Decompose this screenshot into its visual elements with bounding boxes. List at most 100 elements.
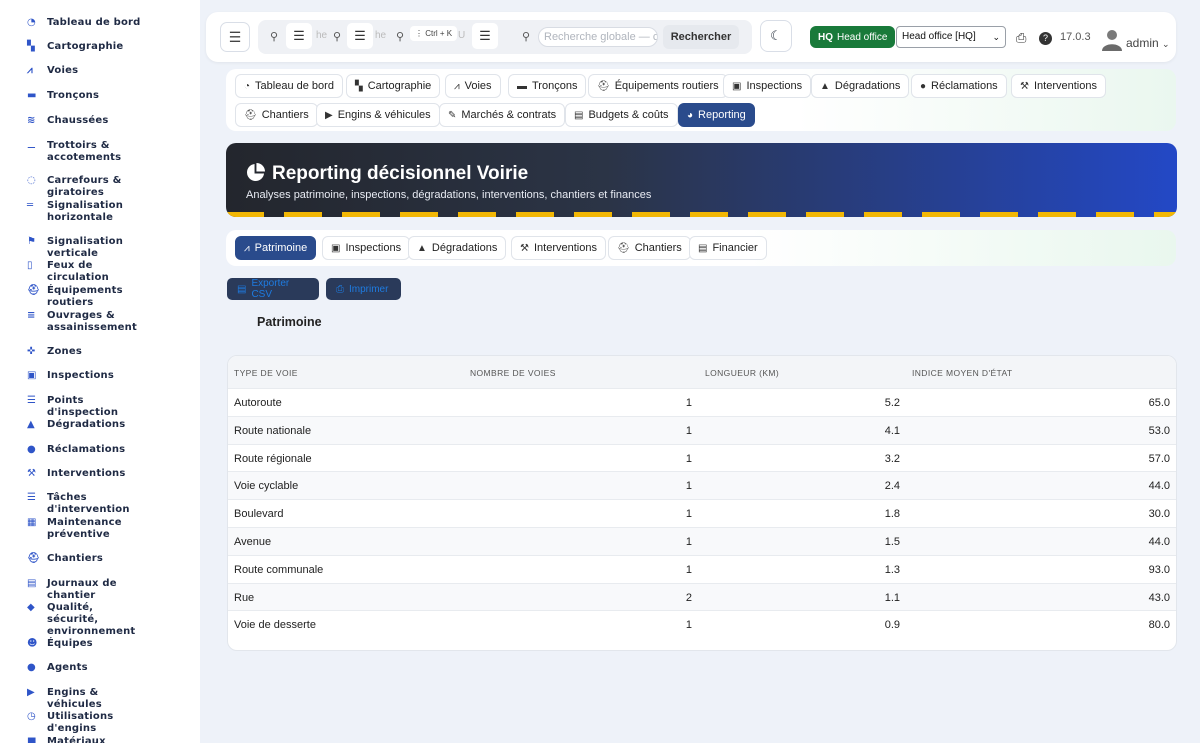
module-tab[interactable]: ▤ Budgets & coûts (565, 103, 678, 127)
module-tab-label: Interventions (1033, 80, 1097, 92)
table-row: Autoroute 1 5.2 65.0 (228, 388, 1176, 416)
sidebar-item[interactable]: ▚ Cartographie (0, 41, 157, 53)
print-icon[interactable]: ⎙ (1016, 30, 1026, 46)
sidebar-item[interactable]: ≡ Ouvrages & assainissement (0, 310, 157, 334)
sidebar-item[interactable]: ▯ Feux de circulation (0, 260, 157, 284)
sidebar-item[interactable]: ☰ Tâches d'intervention (0, 492, 157, 516)
shield-icon: ◆ (27, 602, 35, 613)
report-tab[interactable]: ⛑ Chantiers (608, 236, 691, 260)
sidebar-item[interactable]: ◆ Qualité, sécurité, environnement (0, 602, 157, 638)
report-tab-label: Chantiers (634, 242, 682, 254)
truck-icon: ▶ (325, 109, 333, 121)
search-icon: ⚲ (522, 31, 531, 43)
table-cell: Autoroute (234, 397, 282, 409)
table-cell: 43.0 (1148, 591, 1170, 604)
table-cell: 2.4 (884, 480, 900, 493)
sidebar-item[interactable]: ☻ Équipes (0, 638, 157, 650)
module-tab-label: Cartographie (367, 80, 432, 92)
sidebar-item-label: Feux de circulation (47, 260, 109, 283)
module-tab[interactable]: ▶ Engins & véhicules (316, 103, 440, 127)
module-tab[interactable]: ▚ Cartographie (346, 74, 441, 98)
module-tab[interactable]: ● Réclamations (911, 74, 1007, 98)
sidebar-item[interactable]: ⚒ Interventions (0, 468, 157, 480)
clipboard-check-icon: ▣ (331, 242, 341, 254)
avatar[interactable] (1100, 27, 1124, 51)
sidebar-item[interactable]: ▤ Journaux de chantier (0, 578, 157, 602)
module-tab[interactable]: ◔ Tableau de bord (235, 74, 343, 98)
print-button[interactable]: ⎙ Imprimer (326, 278, 401, 300)
module-tab[interactable]: ⩘ Voies (445, 74, 501, 98)
sidebar-item-label: Points d'inspection (47, 395, 119, 418)
module-tab[interactable]: ▬ Tronçons (508, 74, 587, 98)
table-cell: 30.0 (1148, 508, 1170, 521)
help-icon[interactable]: ? (1039, 32, 1052, 45)
menu-toggle-button-4[interactable]: ☰ (472, 23, 498, 49)
module-tab[interactable]: ⛑ Équipements routiers (588, 74, 728, 98)
column-header[interactable]: Nombre de voies (470, 368, 556, 378)
sidebar-item[interactable]: ═ Signalisation horizontale (0, 200, 157, 224)
sidebar-item[interactable]: ≋ Chaussées (0, 115, 157, 127)
module-tab[interactable]: ▲ Dégradations (811, 74, 910, 98)
table-cell: 44.0 (1148, 535, 1170, 548)
module-tab[interactable]: ◕ Reporting (678, 103, 755, 127)
global-search-input[interactable]: Recherche globale — c (538, 27, 658, 47)
report-tab[interactable]: ▣ Inspections (322, 236, 411, 260)
module-nav: ◔ Tableau de bord ▚ Cartographie ⩘ Voies ▬ Tron… (226, 69, 1176, 131)
export-csv-button[interactable]: ▤ Exporter CSV (227, 278, 319, 300)
report-tab[interactable]: ▤ Financier (689, 236, 767, 260)
app-version: 17.0.3 (1060, 31, 1091, 43)
report-tabs: ⩘ Patrimoine ▣ Inspections ▲ Dégradations ⚒ Int… (226, 230, 1176, 266)
menu-toggle-button-2[interactable]: ☰ (286, 23, 312, 49)
module-tab[interactable]: ✎ Marchés & contrats (439, 103, 566, 127)
sidebar-item[interactable]: ⛑ Chantiers (0, 553, 157, 565)
sidebar-item[interactable]: ▬ Tronçons (0, 90, 157, 102)
box-icon: ■ (27, 736, 37, 743)
menu-toggle-button-3[interactable]: ☰ (347, 23, 373, 49)
report-tab[interactable]: ⩘ Patrimoine (235, 236, 317, 260)
column-header[interactable]: Longueur (km) (705, 368, 779, 378)
sidebar-item-label: Ouvrages & assainissement (47, 310, 137, 333)
theme-toggle-button[interactable]: ☾ (760, 20, 792, 52)
sidebar-item[interactable]: ⛑ Équipements routiers (0, 285, 157, 309)
office-select[interactable]: Head office [HQ] ⌄ (896, 26, 1006, 48)
sidebar-item[interactable]: ■ Matériaux (0, 736, 157, 743)
road-icon: ⩘ (454, 80, 460, 92)
module-tab[interactable]: ⚒ Interventions (1011, 74, 1106, 98)
sidebar-item[interactable]: ▣ Inspections (0, 370, 157, 382)
report-tab[interactable]: ▲ Dégradations (408, 236, 507, 260)
sidebar-item[interactable]: ● Agents (0, 662, 157, 674)
sidebar-item[interactable]: ⚊ Trottoirs & accotements (0, 140, 157, 164)
user-menu[interactable]: admin ⌄ (1126, 36, 1170, 50)
sidebar-item[interactable]: ◷ Utilisations d'engins (0, 711, 157, 735)
hq-label: Head office (837, 31, 888, 43)
sidebar-item-label: Dégradations (47, 419, 126, 430)
sidebar-item[interactable]: ◌ Carrefours & giratoires (0, 175, 157, 199)
sidebar-item[interactable]: ◔ Tableau de bord (0, 17, 157, 29)
menu-toggle-button[interactable]: ☰ (220, 22, 250, 52)
money-icon: ▤ (698, 242, 708, 254)
report-tab-label: Dégradations (431, 242, 498, 254)
sidebar-item[interactable]: ▲ Dégradations (0, 419, 157, 431)
module-tab[interactable]: ⛑ Chantiers (235, 103, 318, 127)
report-tab[interactable]: ⚒ Interventions (511, 236, 606, 260)
search-button[interactable]: Rechercher (663, 25, 739, 49)
sidebar-item[interactable]: ● Réclamations (0, 444, 157, 456)
table-header: Type de voie Nombre de voies Longueur (k… (228, 356, 1176, 388)
sidebar-item[interactable]: ▶ Engins & véhicules (0, 687, 157, 711)
sidebar-item-label: Tâches d'intervention (47, 492, 130, 515)
calendar-check-icon: ▦ (27, 517, 37, 528)
sidebar-item[interactable]: ⚑ Signalisation verticale (0, 236, 157, 260)
sidebar-item[interactable]: ☰ Points d'inspection (0, 395, 157, 419)
sidebar-item[interactable]: ▦ Maintenance préventive (0, 517, 157, 541)
table-cell: 65.0 (1148, 397, 1170, 409)
table-cell: 57.0 (1148, 452, 1170, 465)
shortcut-label: Ctrl + K (425, 29, 453, 38)
sidebar-item[interactable]: ⩘ Voies (0, 65, 157, 77)
column-header[interactable]: Type de voie (234, 368, 298, 378)
column-header[interactable]: Indice moyen d'état (912, 368, 1013, 378)
section-title: Patrimoine (257, 315, 322, 329)
sidebar-item[interactable]: ✜ Zones (0, 346, 157, 358)
module-tab[interactable]: ▣ Inspections (723, 74, 812, 98)
office-select-value: Head office [HQ] (902, 31, 976, 42)
sign-icon: ⚑ (27, 236, 37, 247)
